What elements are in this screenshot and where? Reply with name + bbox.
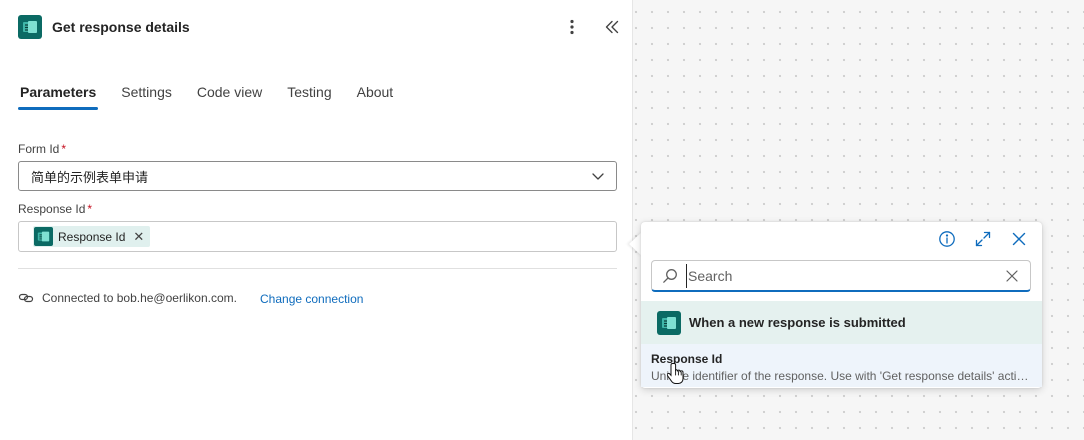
search-input[interactable] bbox=[686, 263, 1004, 288]
close-icon[interactable] bbox=[1008, 228, 1030, 250]
forms-app-icon bbox=[18, 15, 42, 39]
action-details-panel: Get response details Parameters Settings… bbox=[0, 0, 633, 440]
response-id-input[interactable]: Response Id ✕ bbox=[18, 221, 617, 252]
required-mark: * bbox=[87, 202, 93, 216]
change-connection-link[interactable]: Change connection bbox=[260, 292, 363, 306]
remove-token-icon[interactable]: ✕ bbox=[133, 230, 144, 243]
chevron-down-icon bbox=[592, 173, 604, 180]
panel-title: Get response details bbox=[52, 19, 190, 35]
connection-info: Connected to bob.he@oerlikon.com. bbox=[18, 290, 237, 306]
tab-settings[interactable]: Settings bbox=[119, 84, 174, 110]
dynamic-content-popup: When a new response is submitted Respons… bbox=[641, 222, 1042, 388]
more-vertical-icon[interactable] bbox=[561, 16, 583, 38]
dismiss-icon[interactable] bbox=[1004, 268, 1020, 284]
form-id-label-text: Form Id bbox=[18, 142, 60, 156]
forms-app-icon bbox=[34, 227, 53, 246]
trigger-group-header[interactable]: When a new response is submitted bbox=[641, 301, 1042, 344]
group-title: When a new response is submitted bbox=[689, 315, 906, 330]
dynamic-content-item-response-id[interactable]: Response Id Unique identifier of the res… bbox=[641, 344, 1042, 387]
popup-toolbar bbox=[936, 228, 1030, 250]
info-icon[interactable] bbox=[936, 228, 958, 250]
search-box bbox=[651, 260, 1031, 292]
connection-text: Connected to bob.he@oerlikon.com. bbox=[42, 291, 237, 305]
response-id-token[interactable]: Response Id ✕ bbox=[33, 226, 151, 247]
forms-app-icon bbox=[657, 310, 681, 335]
tab-code-view[interactable]: Code view bbox=[195, 84, 264, 110]
form-id-value: 简单的示例表单申请 bbox=[31, 169, 149, 185]
tab-about[interactable]: About bbox=[355, 84, 396, 110]
token-label: Response Id bbox=[58, 229, 126, 244]
item-description: Unique identifier of the response. Use w… bbox=[651, 369, 1033, 383]
tab-parameters[interactable]: Parameters bbox=[18, 84, 99, 110]
expand-icon[interactable] bbox=[972, 228, 994, 250]
form-id-label: Form Id * bbox=[18, 142, 66, 156]
response-id-label: Response Id * bbox=[18, 202, 92, 216]
panel-header: Get response details bbox=[18, 14, 623, 40]
tab-testing[interactable]: Testing bbox=[285, 84, 333, 110]
double-chevron-left-icon[interactable] bbox=[601, 16, 623, 38]
link-icon bbox=[18, 293, 34, 303]
search-icon bbox=[663, 268, 677, 283]
response-id-label-text: Response Id bbox=[18, 202, 86, 216]
divider bbox=[18, 268, 617, 269]
form-id-dropdown[interactable]: 简单的示例表单申请 bbox=[18, 161, 617, 191]
tab-list: Parameters Settings Code view Testing Ab… bbox=[18, 84, 416, 110]
item-title: Response Id bbox=[651, 352, 723, 366]
required-mark: * bbox=[61, 142, 67, 156]
